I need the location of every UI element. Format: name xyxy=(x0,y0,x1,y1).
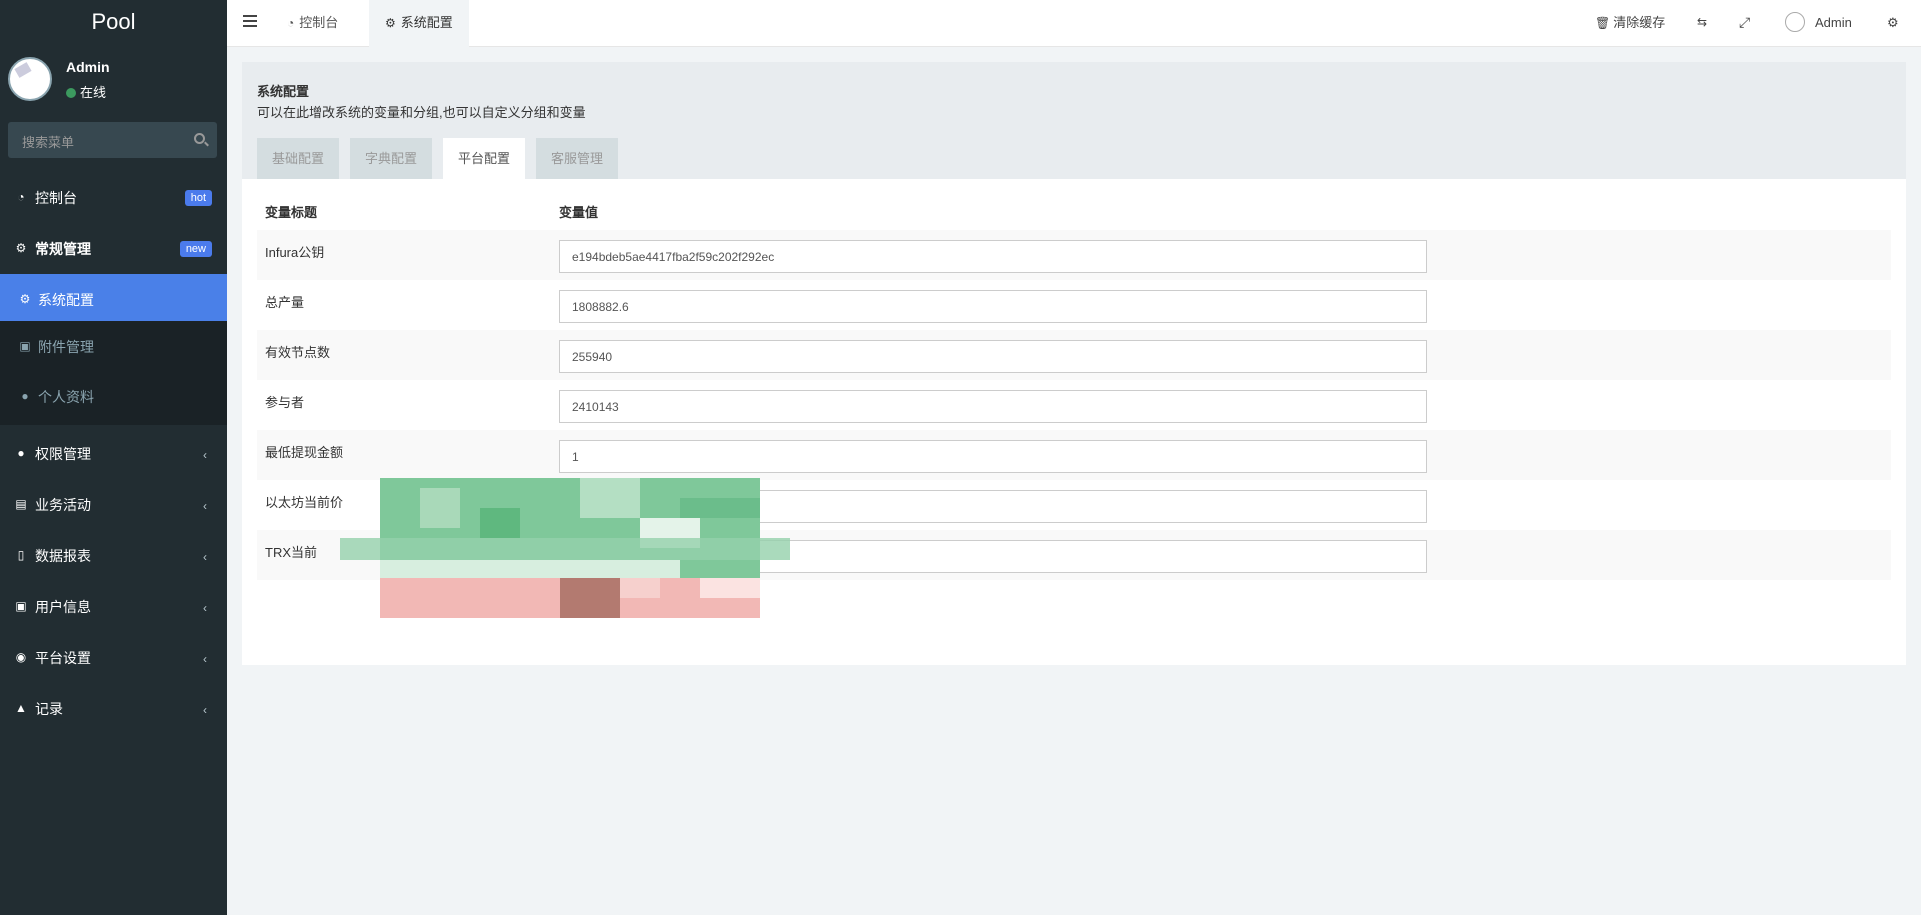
top-navbar: ◔ 控制台 ⚙ 系统配置 🗑 清除缓存 ⇆ ⤢ Admin ⚙ xyxy=(227,0,1921,47)
avatar xyxy=(1785,12,1805,32)
config-value-input[interactable] xyxy=(559,340,1427,373)
config-value-input[interactable] xyxy=(559,240,1427,273)
config-value-input[interactable] xyxy=(559,390,1427,423)
list-alt-icon: ▤ xyxy=(15,497,27,511)
search-input[interactable]: 搜索菜单 xyxy=(22,132,74,151)
column-header-title: 变量标题 xyxy=(265,205,318,220)
row-label: TRX当前 xyxy=(265,545,318,560)
sidebar-item-label: 用户信息 xyxy=(35,599,91,615)
tab-customer-service[interactable]: 客服管理 xyxy=(536,138,619,179)
sidebar-item-reports[interactable]: ▯ 数据报表 ‹ xyxy=(0,530,227,580)
table-row: 参与者 xyxy=(257,380,1891,430)
redaction-mosaic xyxy=(340,478,790,618)
tab-system-config[interactable]: ⚙ 系统配置 xyxy=(369,0,469,47)
group-icon: ● xyxy=(17,446,25,460)
user-menu[interactable]: Admin xyxy=(1785,0,1852,47)
user-icon: ● xyxy=(21,389,29,403)
chevron-left-icon: ‹ xyxy=(203,652,207,666)
sidebar-item-permissions[interactable]: ● 权限管理 ‹ xyxy=(0,428,227,478)
sidebar-item-label: 权限管理 xyxy=(35,446,91,462)
new-badge: new xyxy=(179,241,212,257)
chevron-left-icon: ‹ xyxy=(203,499,207,513)
row-label: 总产量 xyxy=(265,295,305,310)
tab-dashboard[interactable]: ◔ 控制台 xyxy=(271,0,354,47)
row-label: 以太坊当前价 xyxy=(265,495,344,510)
sidebar-item-label: 附件管理 xyxy=(38,339,94,355)
translate-icon[interactable]: ⇆ xyxy=(1697,0,1707,47)
table-row: 最低提现金额 xyxy=(257,430,1891,480)
table-header: 变量标题 变量值 xyxy=(257,202,1891,232)
chevron-left-icon: ‹ xyxy=(203,550,207,564)
avatar xyxy=(8,57,52,101)
fullscreen-icon[interactable]: ⤢ xyxy=(1739,0,1750,47)
tab-label: 系统配置 xyxy=(400,15,453,30)
sidebar-item-attachments[interactable]: ▣ 附件管理 xyxy=(0,321,227,371)
sidebar-item-system-config[interactable]: ⚙ 系统配置 xyxy=(0,274,227,321)
row-label: 最低提现金额 xyxy=(265,445,344,460)
sidebar-item-users[interactable]: ▣ 用户信息 ‹ xyxy=(0,581,227,631)
trash-icon: 🗑 xyxy=(1595,16,1611,30)
clear-cache-label: 清除缓存 xyxy=(1613,15,1666,30)
hamburger-menu-icon[interactable] xyxy=(243,15,257,27)
user-status-label: 在线 xyxy=(80,85,107,100)
online-dot-icon xyxy=(66,88,76,98)
chevron-left-icon: ‹ xyxy=(203,448,207,462)
gear-icon: ⚙ xyxy=(19,292,31,306)
gear-icon: ⚙ xyxy=(385,16,396,30)
sidebar-item-records[interactable]: ▲ 记录 ‹ xyxy=(0,683,227,733)
sidebar-item-dashboard[interactable]: ◔ 控制台 hot xyxy=(0,172,227,222)
tab-basic-config[interactable]: 基础配置 xyxy=(257,138,340,179)
sidebar-item-label: 个人资料 xyxy=(38,389,94,405)
tab-label: 控制台 xyxy=(299,15,339,30)
sidebar-item-business[interactable]: ▤ 业务活动 ‹ xyxy=(0,479,227,529)
sidebar: Pool Admin 在线 搜索菜单 ◔ 控制台 hot ⚙ 常规管理 new … xyxy=(0,0,227,915)
sidebar-search[interactable]: 搜索菜单 xyxy=(8,122,217,158)
user-menu-label: Admin xyxy=(1815,15,1852,30)
sidebar-item-label: 常规管理 xyxy=(35,241,91,257)
tab-dictionary-config[interactable]: 字典配置 xyxy=(350,138,433,179)
config-value-input[interactable] xyxy=(559,440,1427,473)
sidebar-item-label: 记录 xyxy=(35,701,63,717)
dashboard-icon: ◔ xyxy=(17,190,25,204)
table-row: 有效节点数 xyxy=(257,330,1891,380)
sidebar-item-label: 数据报表 xyxy=(35,548,91,564)
sidebar-item-label: 系统配置 xyxy=(38,292,94,308)
chevron-left-icon: ‹ xyxy=(203,601,207,615)
user-name: Admin xyxy=(66,59,110,75)
sidebar-item-label: 业务活动 xyxy=(35,497,91,513)
sidebar-item-platform[interactable]: ◉ 平台设置 ‹ xyxy=(0,632,227,682)
panel-header: 系统配置 可以在此增改系统的变量和分组,也可以自定义分组和变量 基础配置 字典配… xyxy=(242,62,1906,179)
user-status: 在线 xyxy=(66,82,106,101)
row-label: 参与者 xyxy=(265,395,305,410)
sidebar-item-label: 平台设置 xyxy=(35,650,91,666)
address-book-icon: ▣ xyxy=(15,599,27,613)
page-description: 可以在此增改系统的变量和分组,也可以自定义分组和变量 xyxy=(257,105,586,120)
tab-platform-config[interactable]: 平台配置 xyxy=(443,138,526,179)
sidebar-item-general[interactable]: ⚙ 常规管理 new xyxy=(0,223,227,273)
sidebar-item-label: 控制台 xyxy=(35,190,77,206)
settings-cogs-icon[interactable]: ⚙ xyxy=(1887,0,1899,47)
clear-cache-button[interactable]: 🗑 清除缓存 xyxy=(1595,0,1665,47)
table-row: 总产量 xyxy=(257,280,1891,330)
search-icon[interactable] xyxy=(194,133,205,144)
chevron-left-icon: ‹ xyxy=(203,703,207,717)
app-logo[interactable]: Pool xyxy=(0,0,227,47)
row-label: 有效节点数 xyxy=(265,345,331,360)
table-row: Infura公钥 xyxy=(257,230,1891,280)
sidebar-item-profile[interactable]: ● 个人资料 xyxy=(0,371,227,425)
file-text-icon: ▯ xyxy=(17,548,25,562)
config-value-input[interactable] xyxy=(559,290,1427,323)
dashboard-icon: ◔ xyxy=(287,16,295,30)
cogs-icon: ⚙ xyxy=(15,241,27,255)
page-title: 系统配置 xyxy=(257,84,310,99)
area-chart-icon: ▲ xyxy=(15,701,27,715)
hot-badge: hot xyxy=(184,190,212,206)
user-panel: Admin 在线 xyxy=(0,47,227,119)
column-header-value: 变量值 xyxy=(559,205,599,220)
file-image-icon: ▣ xyxy=(19,339,31,353)
row-label: Infura公钥 xyxy=(265,245,325,260)
circle-icon: ◉ xyxy=(15,650,27,664)
